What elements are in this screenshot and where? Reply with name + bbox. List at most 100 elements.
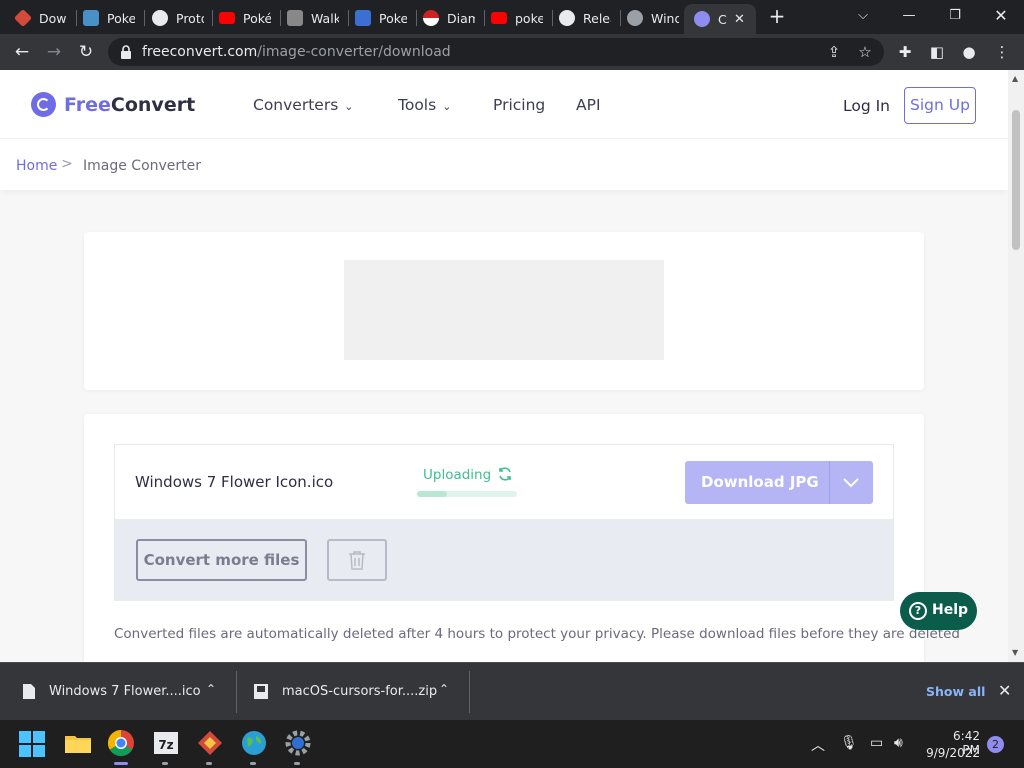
share-icon[interactable]: ⇪ [825,43,843,61]
scrollbar-thumb[interactable] [1012,110,1020,250]
tab-favicon [83,10,99,26]
download-item-name: macOS-cursors-for....zip [282,684,438,699]
tab-favicon [152,10,168,26]
browser-tab[interactable]: Walk [272,4,344,32]
scroll-down-arrow-icon[interactable]: ▼ [1012,648,1018,657]
trash-icon [349,551,365,570]
browser-toolbar: ← → ↻ freeconvert.com/image-converter/do… [0,34,1024,70]
file-explorer-icon[interactable] [63,728,93,758]
network-icon[interactable]: ▭ [870,735,883,751]
logo-text: FreeConvert [64,93,196,116]
tab-favicon [355,10,371,26]
globe-app-icon[interactable] [239,728,269,758]
forward-arrow-icon[interactable]: → [43,41,65,63]
tab-search-icon[interactable]: ⌵ [843,4,883,28]
nav-api[interactable]: API [576,96,601,114]
app-diamond-icon[interactable] [195,728,225,758]
microphone-icon[interactable]: 🎙︎ [840,735,858,751]
site-header: FreeConvert Converters ⌄ Tools ⌄ Pricing A… [0,70,1008,138]
question-icon: ? [909,602,927,620]
upload-progress-bar [417,491,517,497]
browser-tab[interactable]: Poké [204,4,276,32]
tab-favicon [287,10,303,26]
browser-tab[interactable]: Poke [68,4,140,32]
tab-label: poke [515,10,543,26]
download-item[interactable]: Windows 7 Flower....ico ⌃ [0,663,236,721]
menu-kebab-icon[interactable]: ⋮ [992,42,1012,62]
chevron-down-icon: ⌄ [344,100,354,113]
privacy-note: Converted files are automatically delete… [114,626,960,642]
new-tab-button[interactable]: + [766,6,788,28]
youtube-icon [491,12,507,24]
tray-overflow-chevron-icon[interactable]: ︿ [811,735,825,755]
notification-badge[interactable]: 2 [987,736,1004,753]
chevron-down-icon: ⌄ [442,100,452,113]
download-item[interactable]: macOS-cursors-for....zip ⌃ [237,663,469,721]
close-window-button[interactable]: ✕ [981,4,1021,28]
side-panel-icon[interactable]: ◧ [927,42,947,62]
7zip-icon[interactable]: 7z [151,728,181,758]
pokeball-icon [423,10,439,26]
show-all-link[interactable]: Show all [926,684,985,699]
github-icon [559,10,575,26]
nav-tools[interactable]: Tools ⌄ [398,96,451,114]
chevron-up-icon[interactable]: ⌃ [439,682,449,696]
download-button[interactable]: Download JPG [685,461,873,504]
browser-tab-active[interactable]: C ✕ [684,4,756,34]
breadcrumb: Home > Image Converter [0,138,1008,190]
settings-gear-icon[interactable] [283,728,313,758]
nav-converters[interactable]: Converters ⌄ [253,96,354,114]
browser-tab[interactable]: Proto [137,4,209,32]
ad-placeholder [344,260,664,360]
svg-text:7z: 7z [158,738,173,752]
profile-icon[interactable]: ● [959,42,979,62]
bookmark-star-icon[interactable]: ☆ [856,43,874,61]
help-button[interactable]: ? Help [900,592,977,630]
chevron-up-icon[interactable]: ⌃ [206,682,216,696]
convert-more-button[interactable]: Convert more files [136,539,307,581]
windows-start-icon[interactable] [19,731,45,757]
page-scrollbar[interactable]: ▲ ▼ [1008,70,1024,662]
download-shelf: Windows 7 Flower....ico ⌃ macOS-cursors-… [0,662,1024,720]
scroll-up-arrow-icon[interactable]: ▲ [1012,74,1018,83]
tab-label: Walk [311,10,339,26]
download-item-name: Windows 7 Flower....ico [49,684,201,699]
tab-label: Relea [583,10,611,26]
tab-label: Poke [379,10,407,26]
breadcrumb-home[interactable]: Home [16,158,57,174]
freeconvert-logo[interactable]: FreeConvert [31,92,195,117]
minimize-button[interactable]: — [889,4,929,28]
browser-tab[interactable]: Poke [340,4,412,32]
extensions-puzzle-icon[interactable]: ✚ [895,42,915,62]
browser-tab[interactable]: Diam [408,4,480,32]
nav-converters-label: Converters [253,96,339,114]
youtube-icon [219,12,235,24]
nav-pricing[interactable]: Pricing [493,96,545,114]
chevron-down-icon[interactable] [841,473,861,491]
volume-icon[interactable]: 🔊︎ [894,735,903,751]
reload-icon[interactable]: ↻ [75,41,97,63]
file-icon [23,684,35,699]
ad-card [84,232,924,390]
tab-label: Poke [107,10,135,26]
chrome-icon[interactable] [106,728,136,758]
tab-label: Poké [243,10,271,26]
browser-tab[interactable]: Wind [612,4,684,32]
back-arrow-icon[interactable]: ← [11,41,33,63]
login-link[interactable]: Log In [843,97,890,115]
lock-icon [121,45,131,59]
download-button-divider [829,461,830,504]
address-bar[interactable]: freeconvert.com/image-converter/download… [108,38,884,66]
restore-button[interactable]: ❐ [935,4,975,28]
browser-tab[interactable]: poke [476,4,548,32]
signup-button[interactable]: Sign Up [904,87,976,124]
clock-date[interactable]: 9/9/2022 [925,746,980,760]
help-label: Help [932,602,969,618]
close-tab-icon[interactable]: ✕ [734,12,745,27]
browser-tab[interactable]: Relea [544,4,616,32]
delete-button[interactable] [327,539,387,581]
close-icon[interactable]: ✕ [998,681,1011,700]
refresh-spinner-icon [499,467,511,481]
archive-icon [254,684,268,699]
browser-tab[interactable]: Dow [0,4,76,32]
